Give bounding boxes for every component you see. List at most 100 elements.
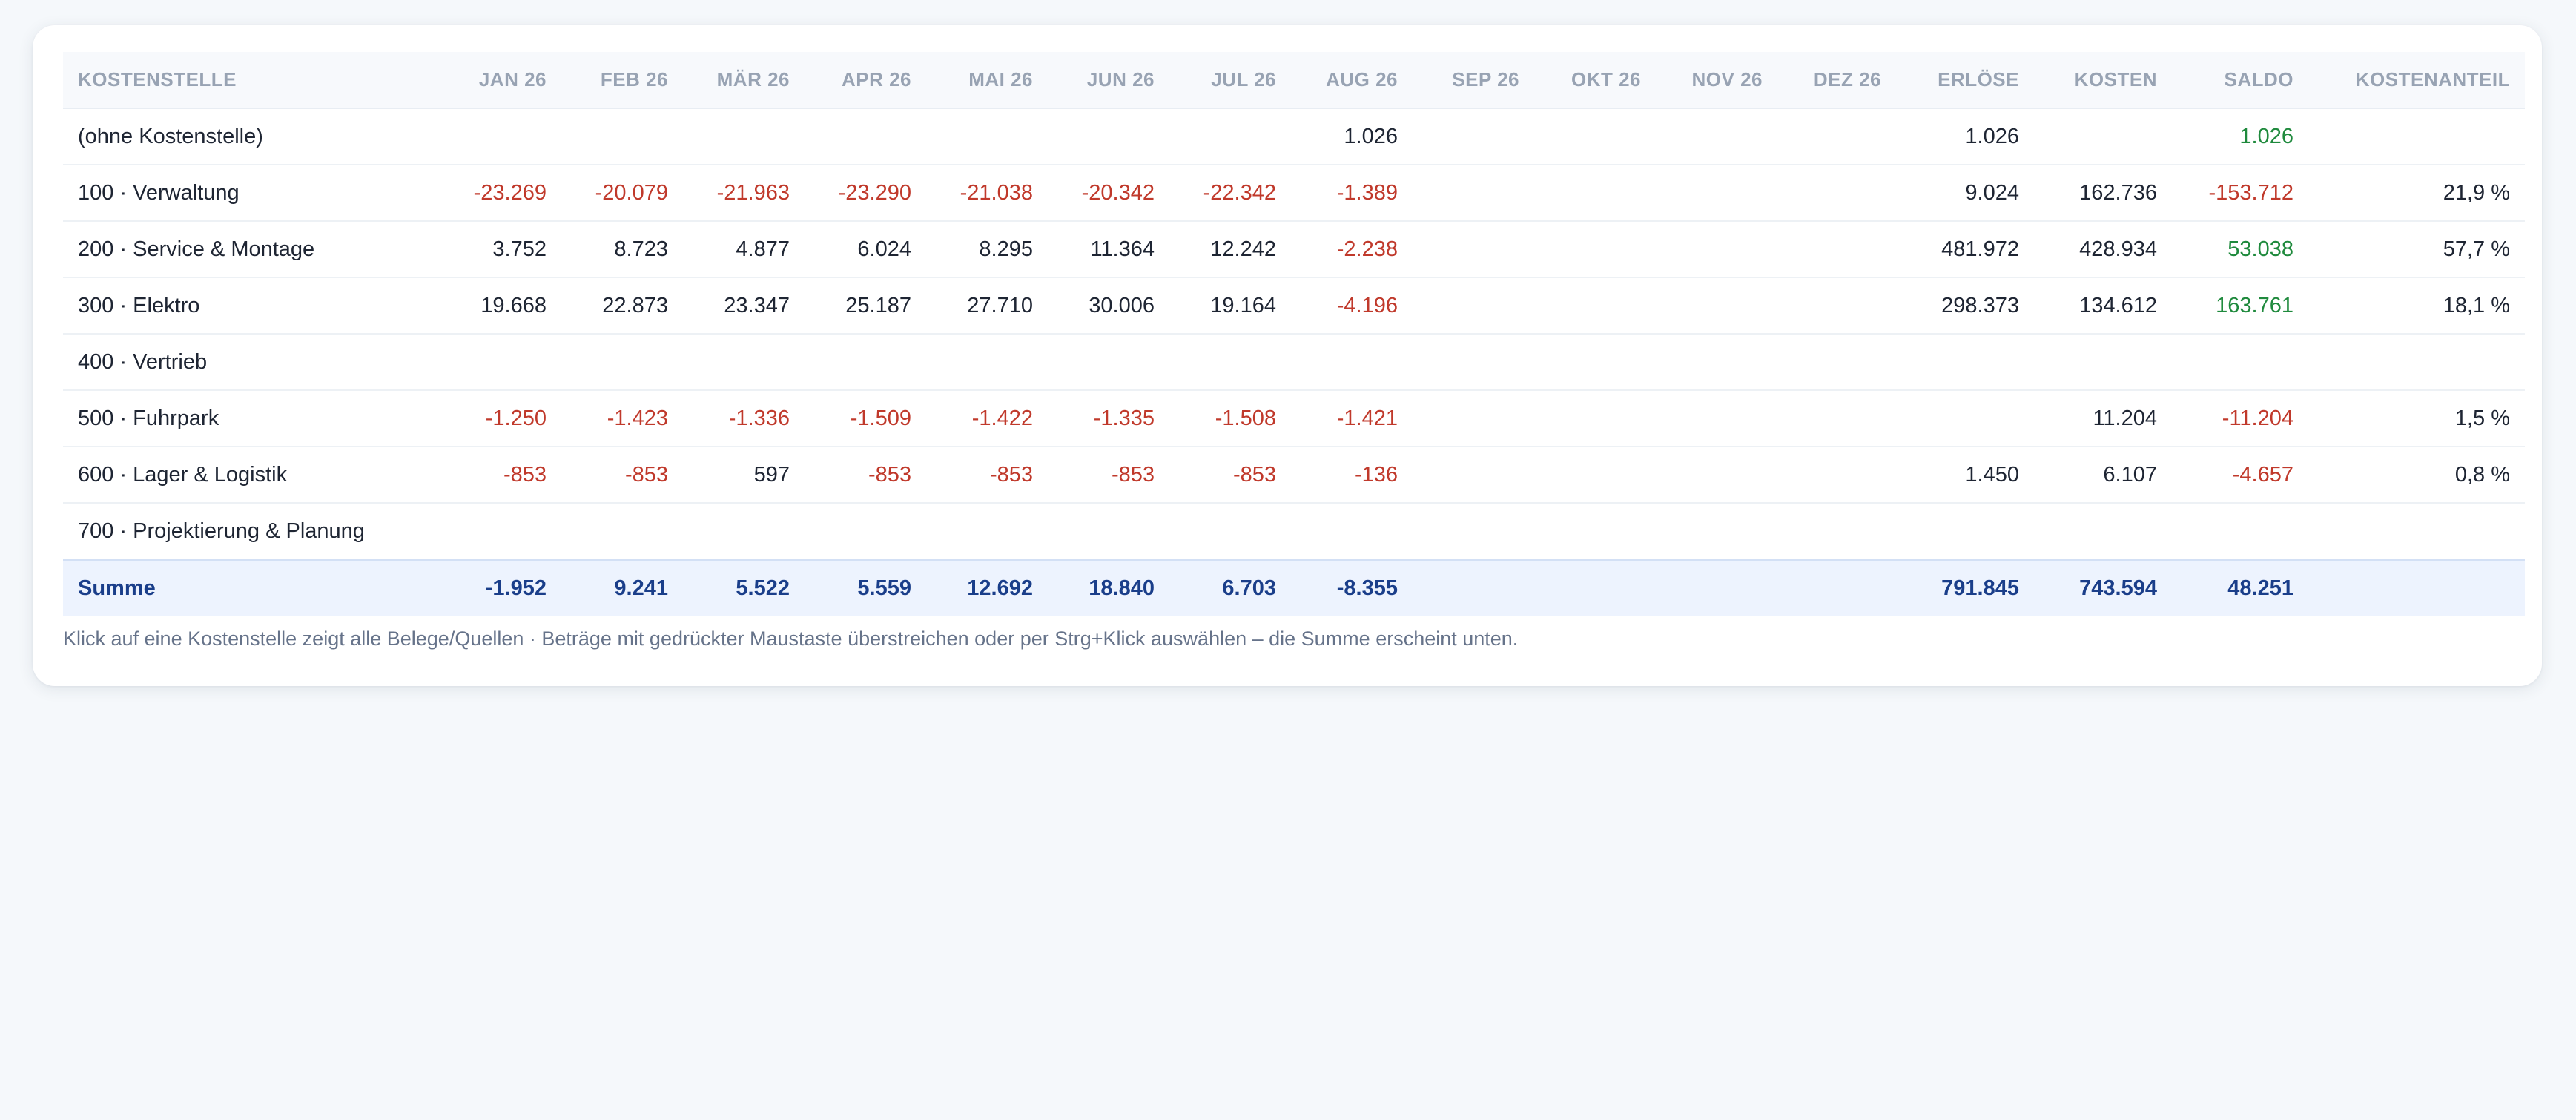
value-cell-aug[interactable]: -136 bbox=[1291, 447, 1413, 504]
value-cell-saldo[interactable]: -153.712 bbox=[2172, 165, 2308, 222]
value-cell-jul[interactable]: 12.242 bbox=[1169, 221, 1291, 278]
value-cell-saldo[interactable]: 163.761 bbox=[2172, 277, 2308, 335]
value-cell-mai[interactable]: -1.422 bbox=[926, 390, 1048, 447]
value-cell-kostenanteil[interactable]: 21,9 % bbox=[2308, 165, 2525, 222]
value-cell-jan[interactable]: -23.269 bbox=[440, 165, 561, 222]
value-cell-sep bbox=[1413, 390, 1534, 447]
value-cell-jan[interactable]: 3.752 bbox=[440, 221, 561, 278]
value-cell-feb[interactable]: -20.079 bbox=[561, 165, 683, 222]
value-cell-jan[interactable]: -853 bbox=[440, 447, 561, 504]
value-cell-erloese bbox=[1896, 390, 2034, 447]
value-cell-mai[interactable]: 8.295 bbox=[926, 221, 1048, 278]
sum-cell-feb: 9.241 bbox=[561, 559, 683, 616]
value-cell-aug[interactable]: -2.238 bbox=[1291, 221, 1413, 278]
value-cell-aug[interactable]: -4.196 bbox=[1291, 277, 1413, 335]
value-cell-feb[interactable]: 8.723 bbox=[561, 221, 683, 278]
value-cell-maer[interactable]: -1.336 bbox=[683, 390, 805, 447]
value-cell-kosten[interactable]: 6.107 bbox=[2034, 447, 2172, 504]
column-header-apr: APR 26 bbox=[805, 52, 926, 109]
value-cell-kosten[interactable]: 162.736 bbox=[2034, 165, 2172, 222]
value-cell-aug bbox=[1291, 334, 1413, 391]
column-header-kosten: KOSTEN bbox=[2034, 52, 2172, 109]
sum-cell-jun: 18.840 bbox=[1048, 559, 1169, 616]
value-cell-apr[interactable]: 6.024 bbox=[805, 221, 926, 278]
value-cell-nov bbox=[1656, 165, 1777, 222]
value-cell-maer[interactable]: 597 bbox=[683, 447, 805, 504]
value-cell-maer[interactable]: 4.877 bbox=[683, 221, 805, 278]
cost-center-label[interactable]: 200 · Service & Montage bbox=[63, 221, 440, 278]
value-cell-kosten[interactable]: 11.204 bbox=[2034, 390, 2172, 447]
value-cell-jan[interactable]: -1.250 bbox=[440, 390, 561, 447]
value-cell-feb[interactable]: -1.423 bbox=[561, 390, 683, 447]
table-row: 700 · Projektierung & Planung bbox=[63, 503, 2525, 561]
value-cell-jul[interactable]: -1.508 bbox=[1169, 390, 1291, 447]
value-cell-sep bbox=[1413, 447, 1534, 504]
sum-cell-saldo: 48.251 bbox=[2172, 559, 2308, 616]
value-cell-aug[interactable]: 1.026 bbox=[1291, 108, 1413, 165]
value-cell-jul bbox=[1169, 334, 1291, 391]
value-cell-dez bbox=[1777, 221, 1896, 278]
value-cell-feb[interactable]: 22.873 bbox=[561, 277, 683, 335]
value-cell-apr[interactable]: -853 bbox=[805, 447, 926, 504]
value-cell-saldo[interactable]: 1.026 bbox=[2172, 108, 2308, 165]
cost-center-label[interactable]: 600 · Lager & Logistik bbox=[63, 447, 440, 504]
value-cell-maer bbox=[683, 108, 805, 165]
value-cell-mai bbox=[926, 334, 1048, 391]
cost-center-label[interactable]: 300 · Elektro bbox=[63, 277, 440, 335]
value-cell-kostenanteil bbox=[2308, 503, 2525, 561]
value-cell-erloese[interactable]: 1.450 bbox=[1896, 447, 2034, 504]
column-header-kostenanteil: KOSTENANTEIL bbox=[2308, 52, 2525, 109]
value-cell-erloese[interactable]: 481.972 bbox=[1896, 221, 2034, 278]
value-cell-jun[interactable]: -1.335 bbox=[1048, 390, 1169, 447]
value-cell-erloese[interactable]: 9.024 bbox=[1896, 165, 2034, 222]
value-cell-okt bbox=[1534, 447, 1656, 504]
value-cell-apr bbox=[805, 503, 926, 561]
value-cell-aug[interactable]: -1.389 bbox=[1291, 165, 1413, 222]
value-cell-saldo[interactable]: -11.204 bbox=[2172, 390, 2308, 447]
sum-cell-mai: 12.692 bbox=[926, 559, 1048, 616]
value-cell-nov bbox=[1656, 277, 1777, 335]
value-cell-saldo[interactable]: -4.657 bbox=[2172, 447, 2308, 504]
value-cell-jun[interactable]: 30.006 bbox=[1048, 277, 1169, 335]
sum-cell-okt bbox=[1534, 559, 1656, 616]
value-cell-kostenanteil[interactable]: 57,7 % bbox=[2308, 221, 2525, 278]
value-cell-maer[interactable]: -21.963 bbox=[683, 165, 805, 222]
value-cell-kostenanteil[interactable]: 0,8 % bbox=[2308, 447, 2525, 504]
value-cell-jan bbox=[440, 503, 561, 561]
cost-center-card: KOSTENSTELLE JAN 26 FEB 26 MÄR 26 APR 26 MAI … bbox=[33, 25, 2542, 686]
value-cell-jun[interactable]: -20.342 bbox=[1048, 165, 1169, 222]
value-cell-feb bbox=[561, 334, 683, 391]
value-cell-kostenanteil[interactable]: 1,5 % bbox=[2308, 390, 2525, 447]
value-cell-mai[interactable]: 27.710 bbox=[926, 277, 1048, 335]
cost-center-label[interactable]: 400 · Vertrieb bbox=[63, 334, 440, 391]
value-cell-aug[interactable]: -1.421 bbox=[1291, 390, 1413, 447]
value-cell-nov bbox=[1656, 503, 1777, 561]
cost-center-label[interactable]: 100 · Verwaltung bbox=[63, 165, 440, 222]
value-cell-mai[interactable]: -853 bbox=[926, 447, 1048, 504]
value-cell-jul[interactable]: -853 bbox=[1169, 447, 1291, 504]
value-cell-jul[interactable]: -22.342 bbox=[1169, 165, 1291, 222]
value-cell-kosten bbox=[2034, 334, 2172, 391]
value-cell-erloese[interactable]: 298.373 bbox=[1896, 277, 2034, 335]
value-cell-dez bbox=[1777, 108, 1896, 165]
value-cell-apr[interactable]: -23.290 bbox=[805, 165, 926, 222]
value-cell-kosten[interactable]: 428.934 bbox=[2034, 221, 2172, 278]
cost-center-label[interactable]: 700 · Projektierung & Planung bbox=[63, 503, 440, 561]
value-cell-kosten[interactable]: 134.612 bbox=[2034, 277, 2172, 335]
value-cell-erloese[interactable]: 1.026 bbox=[1896, 108, 2034, 165]
value-cell-apr bbox=[805, 334, 926, 391]
value-cell-mai[interactable]: -21.038 bbox=[926, 165, 1048, 222]
cost-center-label[interactable]: (ohne Kostenstelle) bbox=[63, 108, 440, 165]
value-cell-saldo[interactable]: 53.038 bbox=[2172, 221, 2308, 278]
sum-cell-sep bbox=[1413, 559, 1534, 616]
cost-center-label[interactable]: 500 · Fuhrpark bbox=[63, 390, 440, 447]
value-cell-apr[interactable]: 25.187 bbox=[805, 277, 926, 335]
value-cell-kostenanteil[interactable]: 18,1 % bbox=[2308, 277, 2525, 335]
value-cell-jul[interactable]: 19.164 bbox=[1169, 277, 1291, 335]
value-cell-maer[interactable]: 23.347 bbox=[683, 277, 805, 335]
value-cell-jan[interactable]: 19.668 bbox=[440, 277, 561, 335]
value-cell-jun[interactable]: -853 bbox=[1048, 447, 1169, 504]
value-cell-apr[interactable]: -1.509 bbox=[805, 390, 926, 447]
value-cell-jun[interactable]: 11.364 bbox=[1048, 221, 1169, 278]
value-cell-feb[interactable]: -853 bbox=[561, 447, 683, 504]
